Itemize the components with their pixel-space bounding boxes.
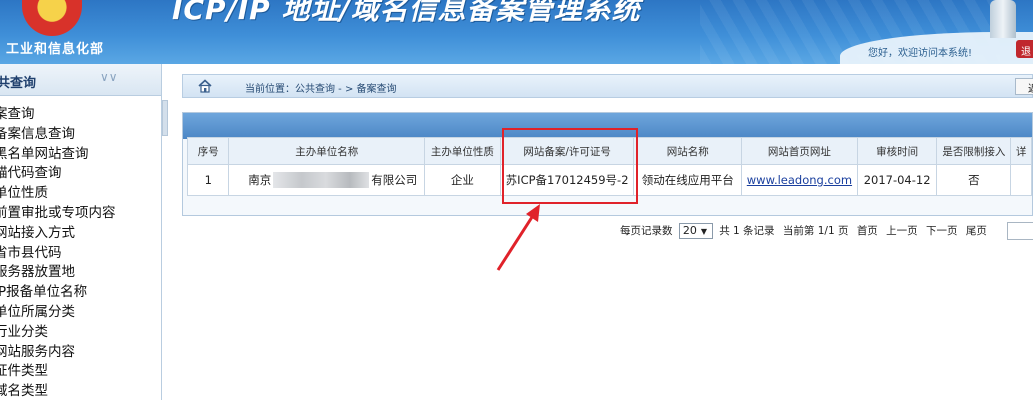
sidebar-header: 共查询 ∨∨ <box>0 64 161 96</box>
dropdown-arrow-icon: ▼ <box>700 227 707 236</box>
next-page-link[interactable]: 下一页 <box>926 225 958 237</box>
sidebar-item[interactable]: 网站接入方式 <box>0 224 161 244</box>
highlight-box <box>502 128 638 204</box>
cell-review-date: 2017-04-12 <box>856 164 938 196</box>
cell-site-url: www.leadong.com <box>741 164 858 196</box>
sidebar-item[interactable]: 服务器放置地 <box>0 263 161 283</box>
sidebar-item[interactable]: IP报备单位名称 <box>0 283 161 303</box>
logout-button[interactable]: 退 <box>1016 40 1033 58</box>
col-header: 网站首页网址 <box>741 137 858 165</box>
sidebar-item[interactable]: 锚代码查询 <box>0 164 161 184</box>
sidebar-item[interactable]: 案查询 <box>0 105 161 125</box>
cell-detail[interactable] <box>1010 164 1032 196</box>
sidebar-item[interactable]: 单位性质 <box>0 184 161 204</box>
cell-site-name: 领动在线应用平台 <box>633 164 743 196</box>
sidebar-item[interactable]: 单位所属分类 <box>0 303 161 323</box>
breadcrumb: 当前位置：公共查询 - > 备案查询 返 <box>182 74 1033 98</box>
sidebar-item[interactable]: 行业分类 <box>0 323 161 343</box>
col-header: 主办单位名称 <box>228 137 426 165</box>
per-page-select[interactable]: 20 ▼ <box>678 223 713 239</box>
sidebar-item[interactable]: 网站服务内容 <box>0 343 161 363</box>
org-name-prefix: 南京 <box>248 172 272 187</box>
collapse-chevron-icon[interactable]: ∨∨ <box>100 70 118 84</box>
welcome-text: 您好，欢迎访问本系统! <box>868 48 973 59</box>
col-header: 主办单位性质 <box>424 137 501 165</box>
col-header: 详 <box>1010 137 1032 165</box>
cell-org-name: 南京 有限公司 <box>228 164 426 196</box>
sidebar-menu: 案查询 备案信息查询 黑名单网站查询 锚代码查询 单位性质 前置审批或专项内容 … <box>0 105 161 400</box>
cell-index: 1 <box>186 164 230 196</box>
per-page-label: 每页记录数 <box>620 225 673 237</box>
breadcrumb-text: 当前位置：公共查询 - > 备案查询 <box>245 84 397 95</box>
col-header: 是否限制接入 <box>936 137 1012 165</box>
current-page: 当前第 1/1 页 <box>782 225 849 237</box>
col-header: 网站名称 <box>633 137 743 165</box>
pagination: 每页记录数 20 ▼ 共 1 条记录 当前第 1/1 页 首页 上一页 下一页 尾… <box>620 222 1033 240</box>
col-header: 审核时间 <box>856 137 938 165</box>
per-page-value: 20 <box>682 224 697 237</box>
annotation-arrow-icon <box>496 204 540 271</box>
sidebar-item[interactable]: 备案信息查询 <box>0 125 161 145</box>
first-page-link[interactable]: 首页 <box>857 225 878 237</box>
last-page-link[interactable]: 尾页 <box>966 225 987 237</box>
prev-page-link[interactable]: 上一页 <box>886 225 918 237</box>
cell-org-type: 企业 <box>424 164 501 196</box>
home-icon[interactable] <box>197 78 213 94</box>
total-records: 共 1 条记录 <box>719 225 775 237</box>
system-title: ICP/IP 地址/域名信息备案管理系统 <box>172 0 641 26</box>
sidebar: 共查询 ∨∨ 案查询 备案信息查询 黑名单网站查询 锚代码查询 单位性质 前置审… <box>0 64 162 400</box>
cell-restricted: 否 <box>936 164 1012 196</box>
sidebar-item[interactable]: 证件类型 <box>0 362 161 382</box>
sidebar-title: 共查询 <box>0 76 37 91</box>
org-name-suffix: 有限公司 <box>371 172 418 187</box>
col-header: 序号 <box>186 137 230 165</box>
redacted-region <box>273 172 370 189</box>
sidebar-item[interactable]: 省市县代码 <box>0 244 161 264</box>
site-header: 工业和信息化部 ICP/IP 地址/域名信息备案管理系统 您好，欢迎访问本系统!… <box>0 0 1033 64</box>
national-emblem-icon <box>22 0 82 36</box>
sidebar-item[interactable]: 域名类型 <box>0 382 161 400</box>
sidebar-item[interactable]: 黑名单网站查询 <box>0 145 161 165</box>
sidebar-item[interactable]: 前置审批或专项内容 <box>0 204 161 224</box>
back-button[interactable]: 返 <box>1015 78 1033 95</box>
main-content: 当前位置：公共查询 - > 备案查询 返 序号 主办单位名称 主办单位性质 网站… <box>168 64 1033 400</box>
tower-icon <box>990 0 1016 38</box>
goto-page-input[interactable] <box>1007 222 1033 240</box>
site-url-link[interactable]: www.leadong.com <box>747 173 852 187</box>
ministry-name: 工业和信息化部 <box>6 42 105 57</box>
